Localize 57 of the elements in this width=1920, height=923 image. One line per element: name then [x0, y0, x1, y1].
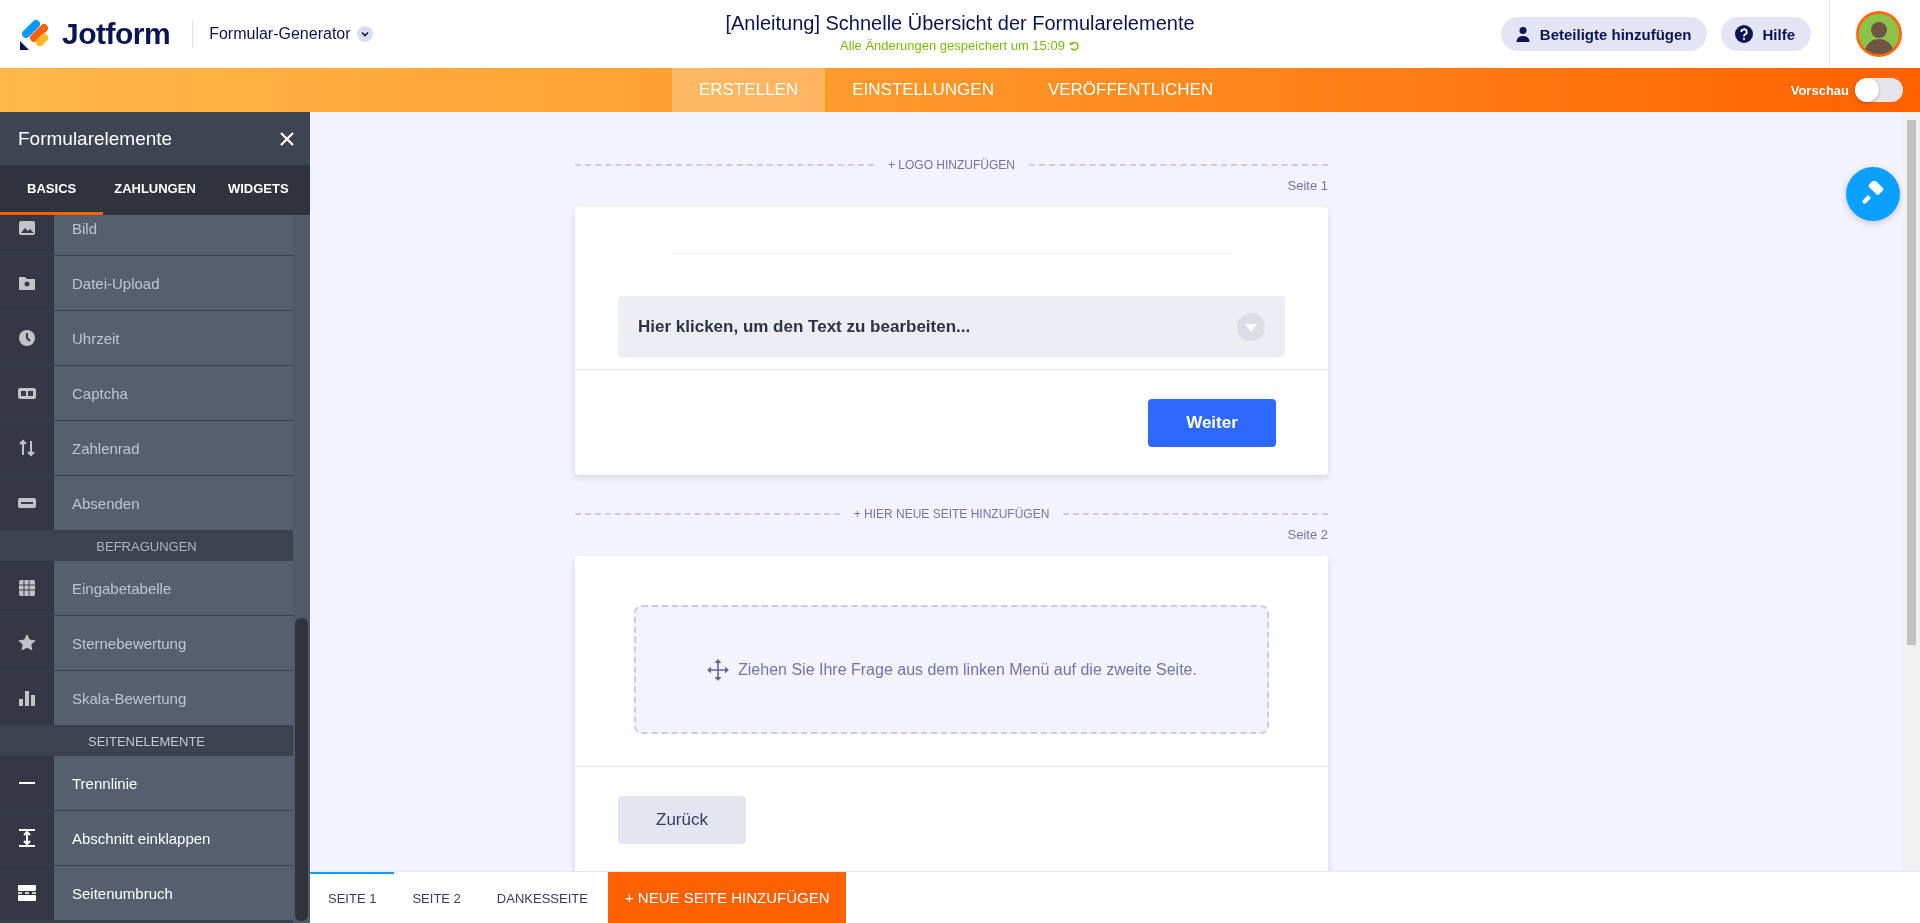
form-element-item[interactable]: Uhrzeit	[54, 311, 293, 365]
drop-hint: Ziehen Sie Ihre Frage aus dem linken Menü auf die zweite Seite.	[738, 660, 1197, 679]
form-element-item[interactable]: Eingabetabelle	[54, 561, 293, 615]
scrollbar[interactable]	[293, 215, 310, 923]
close-icon[interactable]	[279, 130, 295, 147]
bar-chart-icon	[17, 688, 37, 708]
form-designer-button[interactable]	[1846, 167, 1900, 221]
undo-icon	[1068, 40, 1080, 51]
page-tab[interactable]: SEITE 1	[310, 872, 395, 923]
back-button[interactable]: Zurück	[618, 796, 746, 844]
table-icon	[17, 578, 37, 598]
add-collaborators-button[interactable]: Beteiligte hinzufügen	[1500, 17, 1708, 51]
form-element-item[interactable]: Skala-Bewertung	[54, 671, 293, 725]
clock-icon	[17, 328, 37, 348]
panel-title: Formularelemente	[18, 127, 173, 150]
page-tab[interactable]: DANKESSEITE	[478, 872, 606, 923]
panel-tab[interactable]: ZAHLUNGEN	[103, 165, 207, 215]
form-element-item[interactable]: Absenden	[54, 476, 293, 530]
star-icon	[17, 633, 37, 653]
page-label: Seite 1	[1287, 178, 1328, 195]
panel-tab[interactable]: WIDGETS	[206, 165, 310, 215]
form-element-item[interactable]: Captcha	[54, 366, 293, 420]
form-element-item[interactable]: Sternebewertung	[54, 616, 293, 670]
paint-roller-icon	[1860, 181, 1886, 207]
add-page-button[interactable]: + NEUE SEITE HINZUFÜGEN	[607, 872, 847, 923]
next-button[interactable]: Weiter	[1148, 398, 1276, 447]
form-element-item[interactable]: Zahlenrad	[54, 421, 293, 475]
move-icon	[706, 657, 731, 682]
collapse-icon	[17, 828, 37, 848]
form-element-item[interactable]: Datei-Upload	[54, 256, 293, 310]
help-button[interactable]: Hilfe	[1721, 17, 1811, 51]
text-element[interactable]: Hier klicken, um den Text zu bearbeiten...	[618, 296, 1285, 357]
drop-zone[interactable]: Ziehen Sie Ihre Frage aus dem linken Menü auf die zweite Seite.	[634, 605, 1269, 734]
add-logo-link[interactable]: + LOGO HINZUFÜGEN	[888, 158, 1015, 172]
nav-tab[interactable]: VERÖFFENTLICHEN	[1020, 68, 1241, 112]
divider-icon	[19, 782, 35, 784]
help-icon	[1735, 25, 1754, 43]
preview-toggle[interactable]	[1855, 78, 1903, 102]
form-element-item[interactable]: Trennlinie	[54, 756, 293, 810]
save-status: Alle Änderungen gespeichert um 15:09	[840, 38, 1065, 53]
form-element-item[interactable]: Seitenumbruch	[54, 866, 293, 920]
page-tab[interactable]: SEITE 2	[394, 872, 479, 923]
form-title: [Anleitung] Schnelle Übersicht der Formularelemente	[725, 12, 1195, 35]
add-page-link[interactable]: + HIER NEUE SEITE HINZUFÜGEN	[853, 507, 1050, 521]
image-icon	[17, 218, 37, 238]
product-name[interactable]: Formular-Generator	[209, 25, 351, 43]
chevron-down-icon[interactable]	[356, 26, 373, 42]
page-label: Seite 2	[1287, 527, 1328, 544]
preview-label: Vorschau	[1790, 82, 1849, 98]
form-element-item[interactable]: Abschnitt einklappen	[54, 811, 293, 865]
scrollbar[interactable]	[1903, 112, 1920, 871]
brand-name[interactable]: Jotform	[62, 17, 171, 51]
person-icon	[1514, 26, 1531, 42]
page-break-icon	[17, 883, 37, 903]
avatar[interactable]	[1856, 11, 1902, 57]
arrows-icon	[17, 438, 37, 458]
form-element-item[interactable]: Bild	[54, 215, 293, 255]
